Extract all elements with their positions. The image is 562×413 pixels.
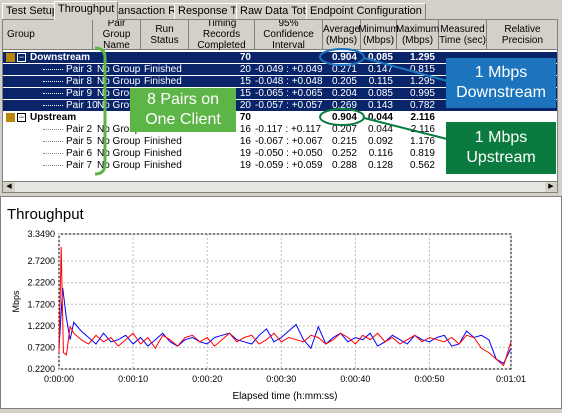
x-tick-label: 0:01:01 xyxy=(496,374,526,384)
plot-area xyxy=(58,233,512,370)
y-tick-label: 1.7200 xyxy=(27,299,55,309)
x-tick-label: 0:00:30 xyxy=(266,374,296,384)
throughput-chart-panel: Throughput 3.3490 2.7200 2.2200 1.7200 1.2200… xyxy=(0,196,562,409)
x-tick-label: 0:00:40 xyxy=(340,374,370,384)
scroll-right-icon[interactable]: ▶ xyxy=(545,182,557,192)
tab-test-setup[interactable]: Test Setup xyxy=(2,3,62,20)
x-tick-label: 0:00:20 xyxy=(192,374,222,384)
x-tick-label: 0:00:10 xyxy=(118,374,148,384)
callout-upstream-text: 1 Mbps Upstream xyxy=(466,129,536,166)
tab-endpoint-configuration[interactable]: Endpoint Configuration xyxy=(306,3,426,20)
tab-throughput[interactable]: Throughput xyxy=(54,1,119,20)
throughput-chart: Throughput 3.3490 2.7200 2.2200 1.7200 1.2200… xyxy=(7,206,526,402)
callout-downstream-text: 1 Mbps Downstream xyxy=(456,64,546,101)
downstream-callout-pointer xyxy=(363,57,452,83)
callout-pairs-text: 8 Pairs on One Client xyxy=(145,91,221,128)
upstream-callout-pointer xyxy=(363,117,452,141)
tab-bar: Test Setup Throughput Transaction Rate R… xyxy=(0,0,562,20)
upstream-average-highlight xyxy=(319,108,365,126)
callout-upstream: 1 Mbps Upstream xyxy=(446,122,556,174)
y-tick-label: 3.3490 xyxy=(27,229,55,239)
chart-title: Throughput xyxy=(7,206,85,223)
callout-downstream: 1 Mbps Downstream xyxy=(446,58,556,108)
y-tick-label: 0.2200 xyxy=(27,364,55,374)
horizontal-scrollbar[interactable]: ◀ ▶ xyxy=(2,181,558,193)
y-tick-label: 1.2200 xyxy=(27,321,55,331)
downstream-average-highlight xyxy=(319,48,365,66)
x-tick-label: 0:00:00 xyxy=(44,374,74,384)
y-tick-label: 0.7200 xyxy=(27,342,55,352)
y-axis-label: Mbps xyxy=(11,290,21,313)
x-axis-label: Elapsed time (h:mm:ss) xyxy=(232,391,337,402)
scroll-left-icon[interactable]: ◀ xyxy=(3,182,15,192)
y-tick-label: 2.2200 xyxy=(27,278,55,288)
y-tick-label: 2.7200 xyxy=(27,256,55,266)
x-tick-label: 0:00:50 xyxy=(414,374,444,384)
pairs-bracket xyxy=(94,46,107,176)
callout-pairs: 8 Pairs on One Client xyxy=(130,88,236,132)
